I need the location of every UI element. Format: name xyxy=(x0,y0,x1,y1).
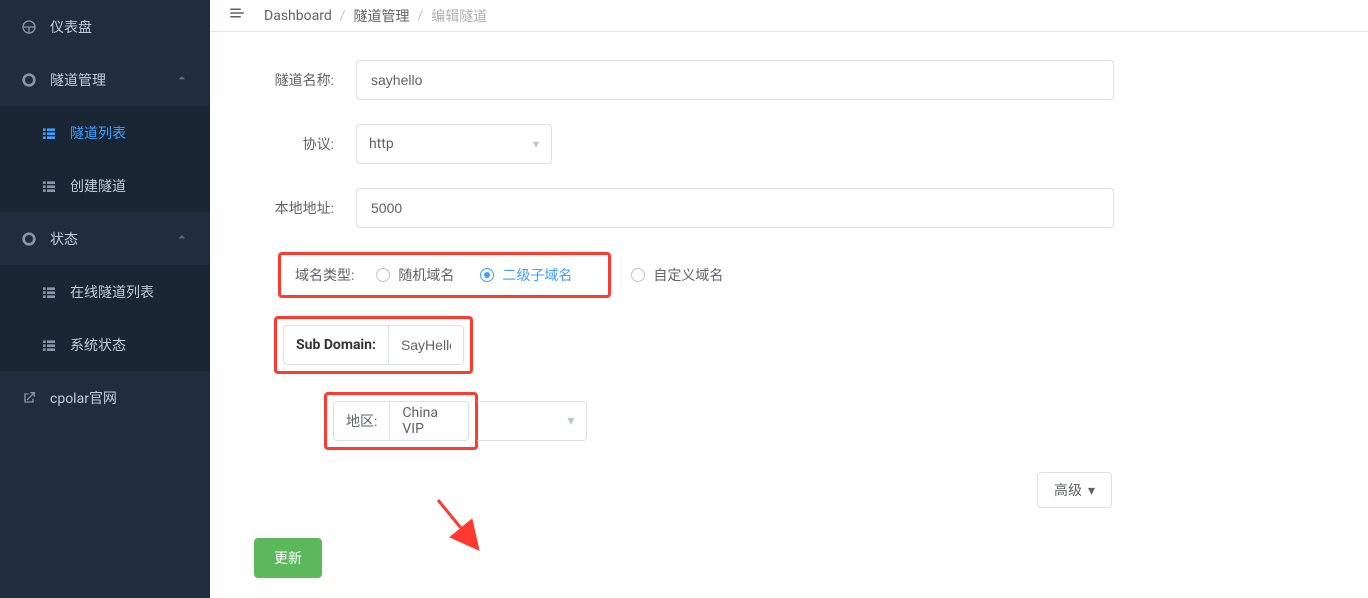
online-icon xyxy=(40,283,58,301)
radio-random-domain[interactable]: 随机域名 xyxy=(376,265,454,285)
sidebar-item-status[interactable]: 状态 xyxy=(0,212,210,265)
sidebar-item-cpolar-site[interactable]: cpolar官网 xyxy=(0,371,210,424)
label-protocol: 协议: xyxy=(226,134,356,154)
sys-icon xyxy=(40,336,58,354)
row-protocol: 协议: http ▾ xyxy=(226,124,1352,164)
sidebar-label-create-tunnel: 创建隧道 xyxy=(70,176,126,196)
status-icon xyxy=(20,230,38,248)
sidebar-label-online-tunnels: 在线隧道列表 xyxy=(70,282,154,302)
row-region: 地区: China VIP ▾ xyxy=(226,392,1352,450)
chevron-up-icon xyxy=(174,70,190,90)
row-tunnel-name: 隧道名称: xyxy=(226,60,1352,100)
label-local-addr: 本地地址: xyxy=(226,198,356,218)
label-tunnel-name: 隧道名称: xyxy=(226,70,356,90)
sidebar: 仪表盘 隧道管理 隧道列表 创建隧道 状态 xyxy=(0,0,210,598)
breadcrumb: Dashboard / 隧道管理 / 编辑隧道 xyxy=(264,6,487,26)
sidebar-label-tunnel-mgmt: 隧道管理 xyxy=(50,70,106,90)
button-advanced-label: 高级 xyxy=(1054,480,1082,500)
menu-toggle-icon[interactable] xyxy=(228,4,246,27)
button-update[interactable]: 更新 xyxy=(254,538,322,578)
list-icon xyxy=(40,124,58,142)
create-icon xyxy=(40,177,58,195)
sidebar-label-status: 状态 xyxy=(50,229,78,249)
breadcrumb-edit-tunnel: 编辑隧道 xyxy=(431,6,487,26)
chevron-down-icon: ▾ xyxy=(567,413,574,429)
radio-circle-icon xyxy=(631,268,645,282)
sidebar-item-dashboard[interactable]: 仪表盘 xyxy=(0,0,210,53)
input-subdomain[interactable] xyxy=(388,325,464,365)
input-local-addr[interactable] xyxy=(356,188,1114,228)
sidebar-item-tunnel-mgmt[interactable]: 隧道管理 xyxy=(0,53,210,106)
sidebar-item-online-tunnels[interactable]: 在线隧道列表 xyxy=(0,265,210,318)
row-domain-type: 域名类型: 随机域名 二级子域名 自定义域名 xyxy=(226,252,1352,298)
sidebar-item-tunnel-list[interactable]: 隧道列表 xyxy=(0,106,210,159)
sidebar-label-cpolar-site: cpolar官网 xyxy=(50,388,117,408)
label-region: 地区: xyxy=(333,401,389,441)
highlight-domain-type: 域名类型: 随机域名 二级子域名 xyxy=(278,252,611,298)
radio-custom-label: 自定义域名 xyxy=(653,265,723,285)
chevron-down-icon: ▾ xyxy=(533,137,539,151)
highlight-subdomain: Sub Domain: xyxy=(274,316,473,374)
radio-custom-domain[interactable]: 自定义域名 xyxy=(631,265,723,285)
select-protocol[interactable]: http ▾ xyxy=(356,124,552,164)
highlight-region: 地区: China VIP xyxy=(324,392,478,450)
label-domain-type: 域名类型: xyxy=(295,265,354,285)
sidebar-label-dashboard: 仪表盘 xyxy=(50,17,92,37)
select-region[interactable]: ▾ xyxy=(477,401,587,441)
label-subdomain: Sub Domain: xyxy=(283,325,388,365)
sidebar-item-create-tunnel[interactable]: 创建隧道 xyxy=(0,159,210,212)
caret-down-icon: ▾ xyxy=(1088,482,1095,499)
breadcrumb-sep: / xyxy=(418,8,424,24)
row-subdomain: Sub Domain: xyxy=(226,316,1352,374)
content: 隧道名称: 协议: http ▾ 本地地址: 域名类型: xyxy=(210,32,1368,598)
button-advanced[interactable]: 高级 ▾ xyxy=(1037,472,1112,508)
dashboard-icon xyxy=(20,18,38,36)
select-protocol-value: http xyxy=(369,136,394,152)
row-advanced: 高级 ▾ xyxy=(226,472,1352,508)
breadcrumb-tunnel-mgmt[interactable]: 隧道管理 xyxy=(354,6,410,26)
row-local-addr: 本地地址: xyxy=(226,188,1352,228)
region-value: China VIP xyxy=(389,401,469,441)
sidebar-label-sys-status: 系统状态 xyxy=(70,335,126,355)
radio-circle-icon xyxy=(480,268,494,282)
sidebar-item-sys-status[interactable]: 系统状态 xyxy=(0,318,210,371)
topbar: Dashboard / 隧道管理 / 编辑隧道 xyxy=(210,0,1368,32)
radio-subdomain-label: 二级子域名 xyxy=(502,265,572,285)
radio-subdomain[interactable]: 二级子域名 xyxy=(480,265,572,285)
breadcrumb-sep: / xyxy=(340,8,346,24)
sidebar-label-tunnel-list: 隧道列表 xyxy=(70,123,126,143)
radio-circle-icon xyxy=(376,268,390,282)
input-tunnel-name[interactable] xyxy=(356,60,1114,100)
breadcrumb-dashboard[interactable]: Dashboard xyxy=(264,8,332,24)
main: Dashboard / 隧道管理 / 编辑隧道 隧道名称: 协议: http ▾ xyxy=(210,0,1368,598)
external-link-icon xyxy=(20,389,38,407)
radio-random-label: 随机域名 xyxy=(398,265,454,285)
chevron-up-icon xyxy=(174,229,190,249)
tunnel-icon xyxy=(20,71,38,89)
